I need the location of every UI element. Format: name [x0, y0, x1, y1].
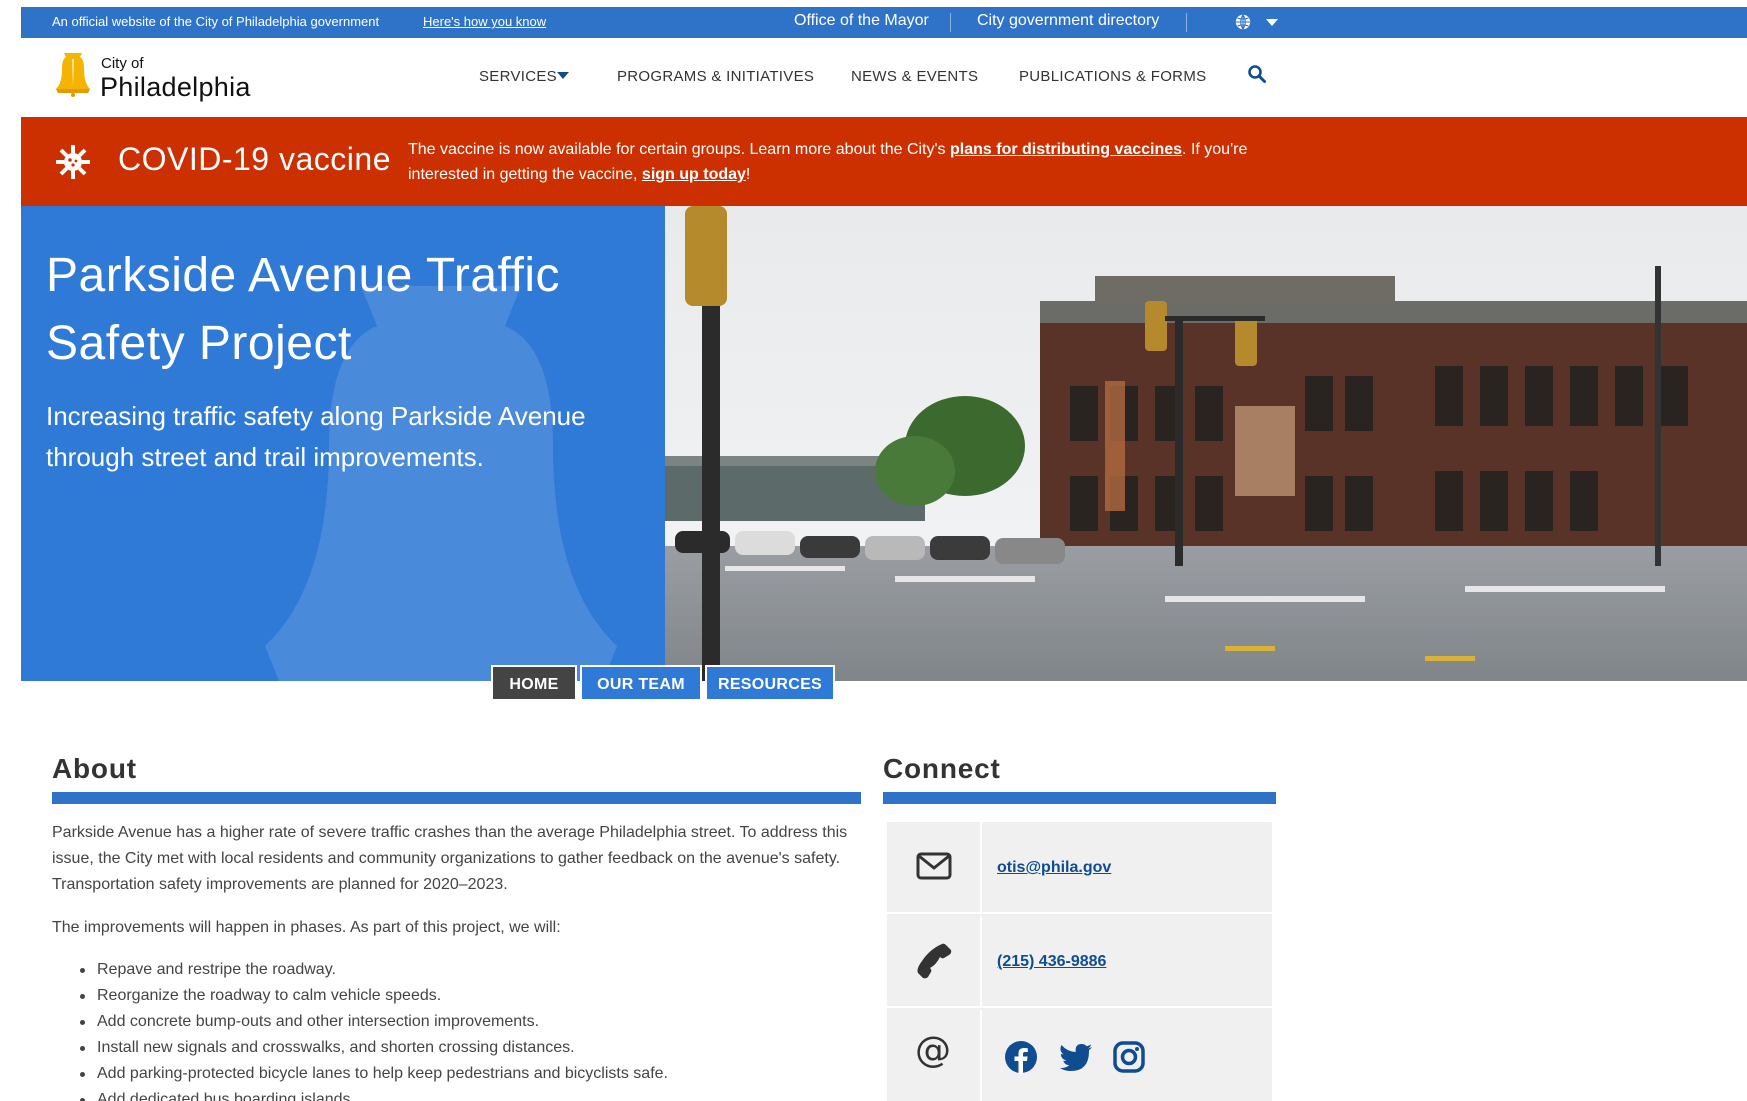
hero-street-photo — [665, 206, 1747, 681]
logo-city-of[interactable]: City of — [101, 55, 144, 72]
value-cell: otis@phila.gov — [997, 822, 1111, 914]
list-item: Reorganize the roadway to calm vehicle s… — [80, 983, 857, 1009]
connect-rule — [883, 792, 1276, 804]
globe-icon[interactable] — [1234, 13, 1252, 31]
contact-row-email: otis@phila.gov — [887, 822, 1272, 914]
improvements-list: Repave and restripe the roadway. Reorgan… — [80, 957, 857, 1101]
list-item: Install new signals and crosswalks, and … — [80, 1035, 857, 1061]
alert-message: The vaccine is now available for certain… — [408, 137, 1308, 187]
list-item: Add dedicated bus boarding islands. — [80, 1087, 857, 1101]
facebook-icon[interactable] — [1004, 1040, 1038, 1074]
hero-title-panel: Parkside Avenue Traffic Safety Project I… — [21, 206, 665, 681]
site-header: City of Philadelphia SERVICES PROGRAMS &… — [21, 38, 1747, 117]
search-icon[interactable] — [1247, 64, 1267, 84]
list-item: Add parking-protected bicycle lanes to h… — [80, 1061, 857, 1087]
covid-alert-banner: COVID-19 vaccine The vaccine is now avai… — [21, 117, 1747, 206]
envelope-icon — [916, 852, 952, 880]
alert-text-part: ! — [745, 166, 751, 183]
government-directory-link[interactable]: City government directory — [977, 12, 1159, 30]
tab-resources[interactable]: RESOURCES — [705, 665, 835, 701]
phone-icon — [917, 943, 952, 979]
sign-up-link[interactable]: sign up today — [642, 166, 746, 183]
instagram-icon[interactable] — [1112, 1040, 1146, 1074]
nav-services[interactable]: SERVICES — [479, 68, 557, 85]
hero-title: Parkside Avenue Traffic Safety Project — [46, 249, 561, 370]
official-banner: An official website of the City of Phila… — [21, 7, 1747, 38]
nav-news-events[interactable]: NEWS & EVENTS — [851, 68, 978, 85]
office-of-mayor-link[interactable]: Office of the Mayor — [794, 12, 929, 30]
divider — [1186, 13, 1187, 32]
connect-card: otis@phila.gov (215) 436-9886 @ — [887, 822, 1272, 1101]
alert-text-part: The vaccine is now available for certain… — [408, 141, 950, 158]
hero-subtitle: Increasing traffic safety along Parkside… — [46, 401, 586, 472]
about-rule — [52, 792, 861, 804]
virus-icon — [56, 145, 90, 179]
icon-cell — [887, 916, 982, 1008]
nav-publications-forms[interactable]: PUBLICATIONS & FORMS — [1019, 68, 1206, 85]
email-link[interactable]: otis@phila.gov — [997, 859, 1111, 877]
alert-title: COVID-19 vaccine — [118, 141, 391, 177]
official-website-text: An official website of the City of Phila… — [52, 14, 380, 29]
connect-heading: Connect — [883, 753, 1001, 784]
twitter-icon[interactable] — [1059, 1040, 1093, 1074]
nav-programs-initiatives[interactable]: PROGRAMS & INITIATIVES — [617, 68, 814, 85]
at-sign-icon: @ — [915, 1030, 951, 1071]
icon-cell — [887, 822, 982, 914]
tab-home[interactable]: HOME — [491, 665, 577, 701]
vaccine-plans-link[interactable]: plans for distributing vaccines — [950, 141, 1182, 158]
about-heading: About — [52, 753, 137, 784]
about-paragraph: Parkside Avenue has a higher rate of sev… — [52, 824, 848, 893]
tab-our-team[interactable]: OUR TEAM — [580, 665, 702, 701]
hero-section: Parkside Avenue Traffic Safety Project I… — [21, 206, 1747, 681]
list-item: Add concrete bump-outs and other interse… — [80, 1009, 857, 1035]
phone-link[interactable]: (215) 436-9886 — [997, 953, 1106, 971]
logo-philadelphia[interactable]: Philadelphia — [100, 72, 251, 103]
list-item: Repave and restripe the roadway. — [80, 957, 857, 983]
about-paragraph: The improvements will happen in phases. … — [52, 919, 561, 936]
chevron-down-icon[interactable] — [557, 72, 569, 79]
divider — [950, 13, 951, 32]
contact-row-phone: (215) 436-9886 — [887, 916, 1272, 1008]
page: An official website of the City of Phila… — [0, 0, 1747, 1101]
contact-row-social: @ — [887, 1010, 1272, 1101]
value-cell: (215) 436-9886 — [997, 916, 1106, 1008]
liberty-bell-logo-icon[interactable] — [52, 49, 94, 97]
icon-cell: @ — [887, 1010, 982, 1101]
how-you-know-link[interactable]: Here's how you know — [423, 14, 546, 29]
language-dropdown-caret-icon[interactable] — [1266, 19, 1278, 26]
